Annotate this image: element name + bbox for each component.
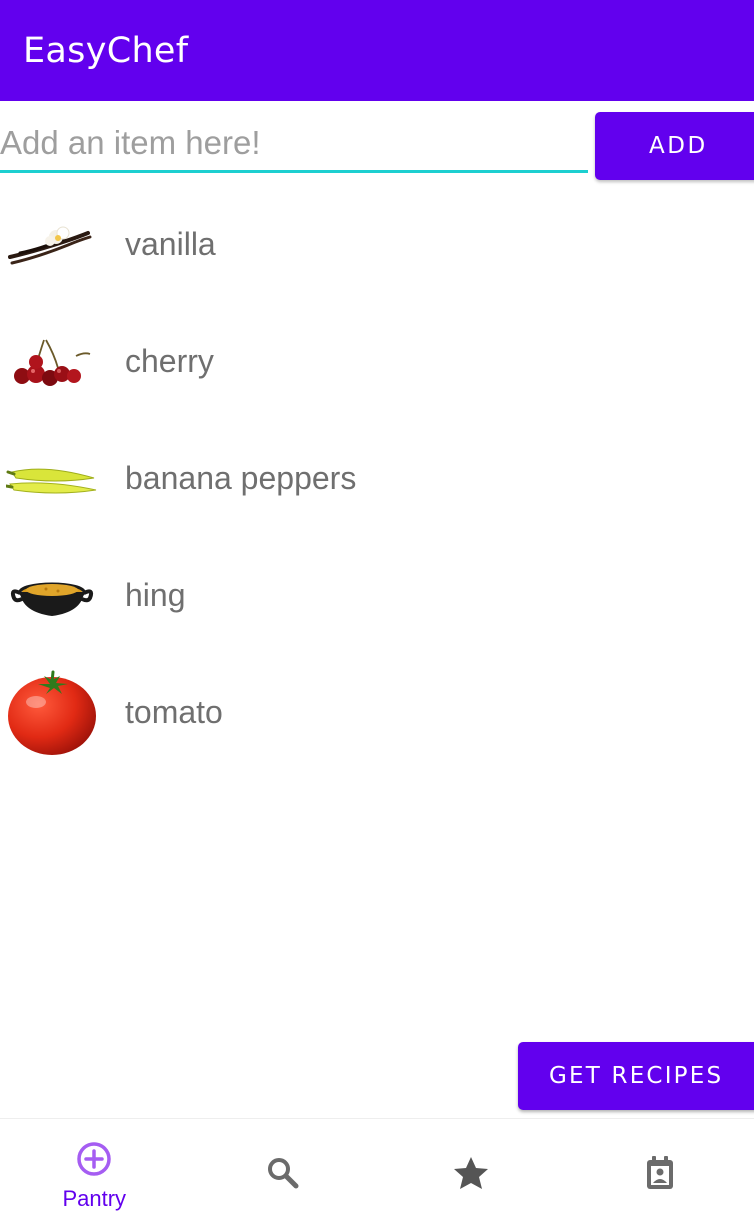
list-item[interactable]: vanilla bbox=[0, 186, 754, 303]
get-recipes-button[interactable]: GET RECIPES bbox=[518, 1042, 754, 1110]
item-label: banana peppers bbox=[125, 460, 357, 496]
app-title: EasyChef bbox=[23, 30, 189, 71]
tab-favorites[interactable] bbox=[377, 1119, 566, 1217]
item-input[interactable] bbox=[0, 119, 588, 173]
add-button[interactable]: ADD bbox=[595, 112, 754, 180]
vanilla-image bbox=[6, 199, 98, 291]
tab-label: Pantry bbox=[62, 1186, 127, 1211]
hing-image bbox=[6, 550, 98, 642]
item-label: tomato bbox=[125, 694, 223, 730]
star-icon bbox=[452, 1155, 490, 1195]
search-icon bbox=[265, 1155, 301, 1195]
calendar-person-icon bbox=[644, 1155, 676, 1195]
list-item[interactable]: banana peppers bbox=[0, 420, 754, 537]
list-item[interactable]: hing bbox=[0, 537, 754, 654]
tab-pantry[interactable]: Pantry bbox=[0, 1119, 189, 1217]
cherry-image bbox=[6, 316, 98, 408]
item-label: cherry bbox=[125, 343, 214, 379]
tab-search[interactable] bbox=[189, 1119, 378, 1217]
list-item[interactable]: cherry bbox=[0, 303, 754, 420]
bottom-navigation: Pantry bbox=[0, 1118, 754, 1217]
add-item-row: ADD bbox=[0, 101, 754, 191]
item-label: hing bbox=[125, 577, 186, 613]
tab-planner[interactable] bbox=[566, 1119, 754, 1217]
list-item[interactable]: tomato bbox=[0, 654, 754, 771]
banana-peppers-image bbox=[6, 433, 98, 525]
tomato-image bbox=[6, 667, 98, 759]
item-label: vanilla bbox=[125, 226, 216, 262]
app-bar: EasyChef bbox=[0, 0, 754, 101]
pantry-list: vanilla cherry banana peppers hing tomat… bbox=[0, 186, 754, 771]
add-circle-icon bbox=[76, 1141, 112, 1181]
